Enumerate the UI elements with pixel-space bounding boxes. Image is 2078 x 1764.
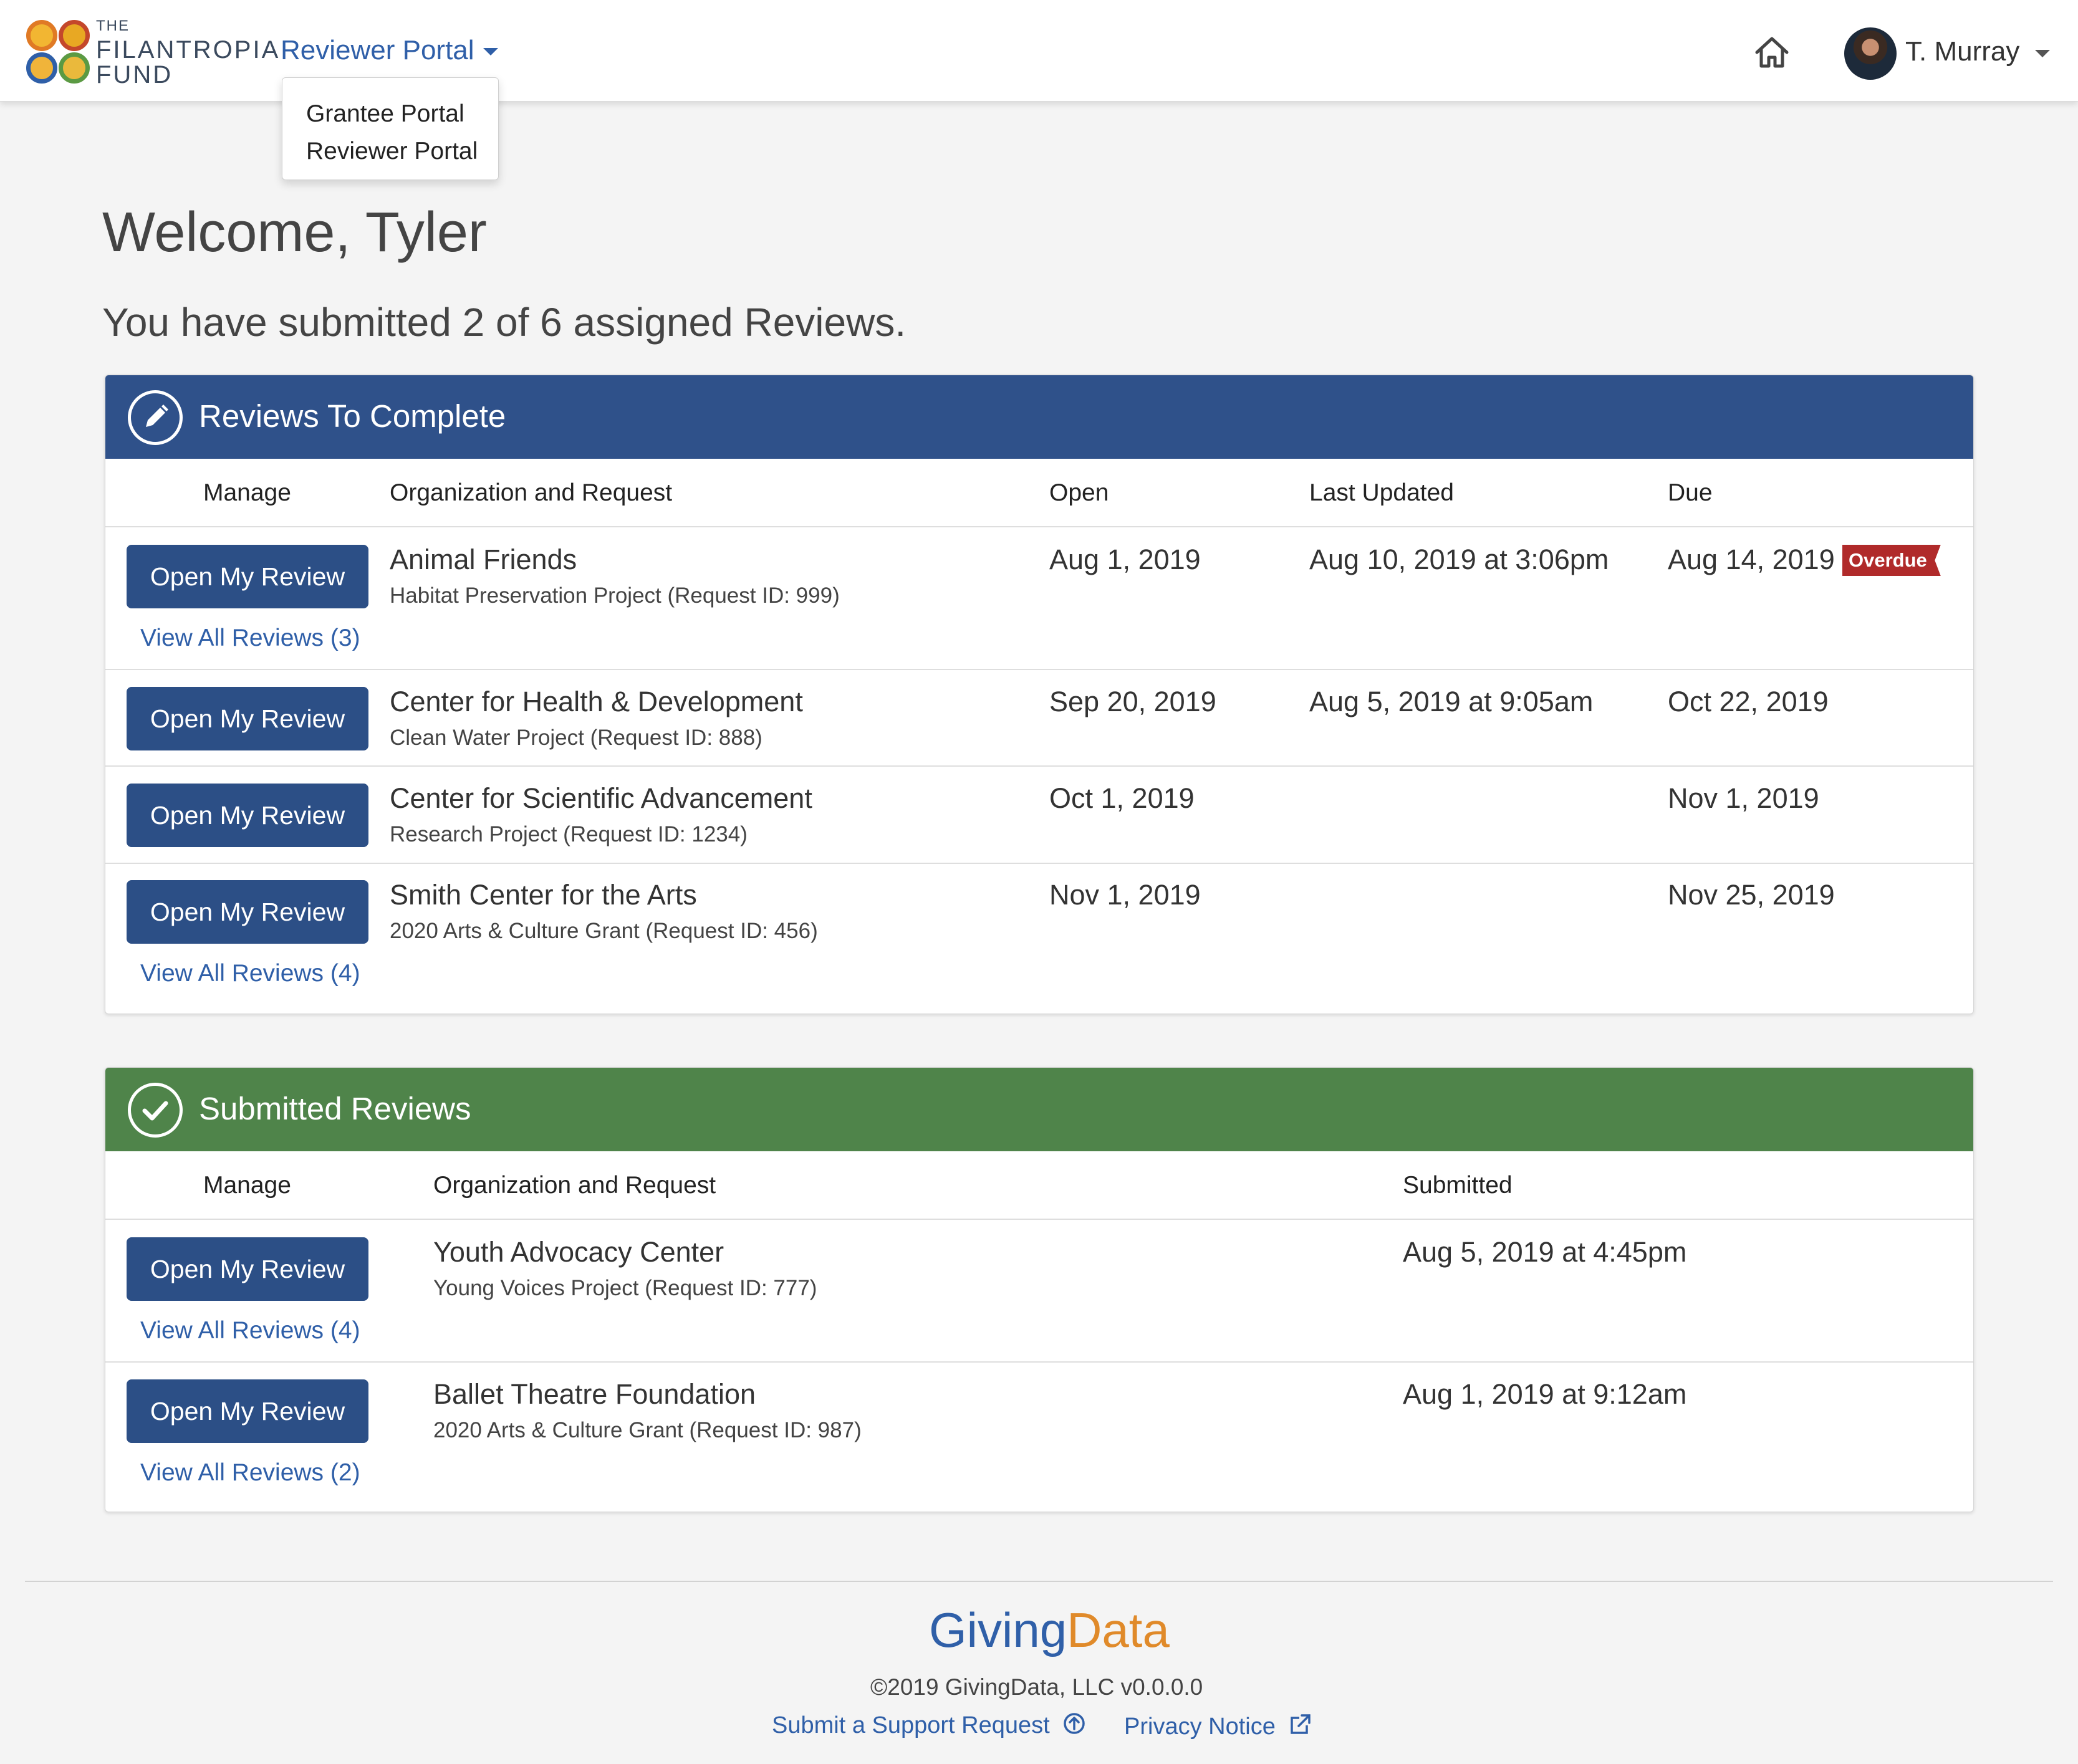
- due-date: Oct 22, 2019: [1668, 686, 1829, 717]
- reviews-to-complete-header: Reviews To Complete: [105, 375, 1973, 459]
- table-divider: [105, 1361, 1973, 1363]
- open-my-review-button[interactable]: Open My Review: [127, 545, 368, 608]
- logo-circle-icon: [59, 20, 90, 51]
- dropdown-item-grantee-portal[interactable]: Grantee Portal: [282, 95, 498, 133]
- request-name: 2020 Arts & Culture Grant (Request ID: 9…: [433, 1418, 862, 1442]
- due-date: Nov 1, 2019: [1668, 782, 1819, 814]
- privacy-notice-link[interactable]: Privacy Notice: [1124, 1712, 1313, 1740]
- review-summary: You have submitted 2 of 6 assigned Revie…: [102, 300, 907, 345]
- request-name: Research Project (Request ID: 1234): [390, 822, 748, 846]
- open-my-review-button[interactable]: Open My Review: [127, 1237, 368, 1301]
- logo-line-the: THE: [96, 17, 130, 34]
- column-header-organization[interactable]: Organization and Request: [433, 1172, 716, 1199]
- submitted-date: Aug 5, 2019 at 4:45pm: [1403, 1236, 1687, 1268]
- view-all-reviews-link[interactable]: View All Reviews (3): [140, 625, 360, 652]
- column-header-manage[interactable]: Manage: [203, 1172, 291, 1199]
- portal-switcher-label: Reviewer Portal: [281, 35, 474, 65]
- user-menu-caret-icon[interactable]: [2035, 50, 2050, 57]
- panel-title: Submitted Reviews: [199, 1091, 471, 1126]
- portal-switcher-dropdown[interactable]: Reviewer Portal: [281, 35, 498, 66]
- open-date: Nov 1, 2019: [1049, 879, 1201, 911]
- column-header-organization[interactable]: Organization and Request: [390, 479, 672, 507]
- support-link-label: Submit a Support Request: [772, 1712, 1050, 1738]
- column-header-open[interactable]: Open: [1049, 479, 1109, 507]
- submitted-date: Aug 1, 2019 at 9:12am: [1403, 1378, 1687, 1410]
- user-menu-name[interactable]: T. Murray: [1905, 36, 2019, 67]
- request-name: Clean Water Project (Request ID: 888): [390, 726, 762, 750]
- open-date: Sep 20, 2019: [1049, 686, 1216, 717]
- reviews-to-complete-panel: Reviews To Complete Manage Organization …: [105, 375, 1974, 1014]
- due-date: Aug 14, 2019: [1668, 544, 1835, 575]
- logo-text: THE FILANTROPIA FUND: [96, 17, 281, 89]
- request-name: Habitat Preservation Project (Request ID…: [390, 583, 840, 608]
- panel-title: Reviews To Complete: [199, 398, 506, 434]
- view-all-reviews-link[interactable]: View All Reviews (2): [140, 1459, 360, 1487]
- organization-name: Animal Friends: [390, 544, 577, 575]
- view-all-reviews-link[interactable]: View All Reviews (4): [140, 960, 360, 987]
- column-header-last-updated[interactable]: Last Updated: [1309, 479, 1454, 507]
- home-icon[interactable]: [1752, 32, 1792, 72]
- table-divider: [105, 863, 1973, 864]
- table-divider: [105, 669, 1973, 670]
- arrow-up-circle-icon: [1064, 1713, 1085, 1734]
- organization-name: Ballet Theatre Foundation: [433, 1378, 756, 1410]
- organization-name: Smith Center for the Arts: [390, 879, 697, 911]
- view-all-reviews-link[interactable]: View All Reviews (4): [140, 1317, 360, 1345]
- overdue-badge: Overdue: [1842, 545, 1941, 576]
- logo-circle-icon: [26, 52, 57, 84]
- submit-support-request-link[interactable]: Submit a Support Request: [772, 1712, 1086, 1739]
- due-date: Nov 25, 2019: [1668, 879, 1835, 911]
- column-header-manage[interactable]: Manage: [203, 479, 291, 507]
- open-my-review-button[interactable]: Open My Review: [127, 784, 368, 847]
- open-my-review-button[interactable]: Open My Review: [127, 687, 368, 750]
- organization-name: Center for Health & Development: [390, 686, 803, 717]
- copyright-text: ©2019 GivingData, LLC v0.0.0.0: [870, 1674, 1203, 1700]
- privacy-link-label: Privacy Notice: [1124, 1714, 1276, 1740]
- logo-line-filantropia: FILANTROPIA: [96, 36, 281, 64]
- portal-dropdown-menu: Grantee Portal Reviewer Portal: [282, 77, 499, 180]
- table-divider: [105, 765, 1973, 767]
- column-header-submitted[interactable]: Submitted: [1403, 1172, 1513, 1199]
- givingdata-logo-giving: Giving: [929, 1603, 1067, 1657]
- caret-down-icon: [483, 48, 498, 56]
- submitted-reviews-panel: Submitted Reviews Manage Organization an…: [105, 1067, 1974, 1512]
- request-name: Young Voices Project (Request ID: 777): [433, 1276, 817, 1300]
- organization-name: Youth Advocacy Center: [433, 1236, 724, 1268]
- open-date: Aug 1, 2019: [1049, 544, 1201, 575]
- dropdown-item-reviewer-portal[interactable]: Reviewer Portal: [282, 133, 498, 170]
- open-my-review-button[interactable]: Open My Review: [127, 880, 368, 944]
- footer-divider: [25, 1581, 2053, 1582]
- logo-circle-icon: [59, 52, 90, 84]
- table-divider: [105, 526, 1973, 527]
- request-name: 2020 Arts & Culture Grant (Request ID: 4…: [390, 919, 818, 943]
- logo-circle-icon: [26, 20, 57, 51]
- last-updated-date: Aug 10, 2019 at 3:06pm: [1309, 544, 1609, 575]
- submitted-reviews-header: Submitted Reviews: [105, 1068, 1973, 1151]
- checkmark-icon: [128, 1083, 183, 1138]
- givingdata-logo[interactable]: GivingData: [929, 1602, 1170, 1659]
- column-header-due[interactable]: Due: [1668, 479, 1713, 507]
- pencil-icon: [128, 390, 183, 445]
- external-link-icon: [1291, 1714, 1311, 1734]
- organization-name: Center for Scientific Advancement: [390, 782, 812, 814]
- last-updated-date: Aug 5, 2019 at 9:05am: [1309, 686, 1594, 717]
- logo-line-fund: FUND: [96, 61, 173, 89]
- welcome-heading: Welcome, Tyler: [102, 201, 487, 264]
- open-my-review-button[interactable]: Open My Review: [127, 1379, 368, 1443]
- open-date: Oct 1, 2019: [1049, 782, 1195, 814]
- table-divider: [105, 1219, 1973, 1220]
- givingdata-logo-data: Data: [1067, 1603, 1170, 1657]
- user-avatar[interactable]: [1844, 27, 1897, 80]
- filantropia-fund-logo[interactable]: THE FILANTROPIA FUND: [24, 17, 278, 87]
